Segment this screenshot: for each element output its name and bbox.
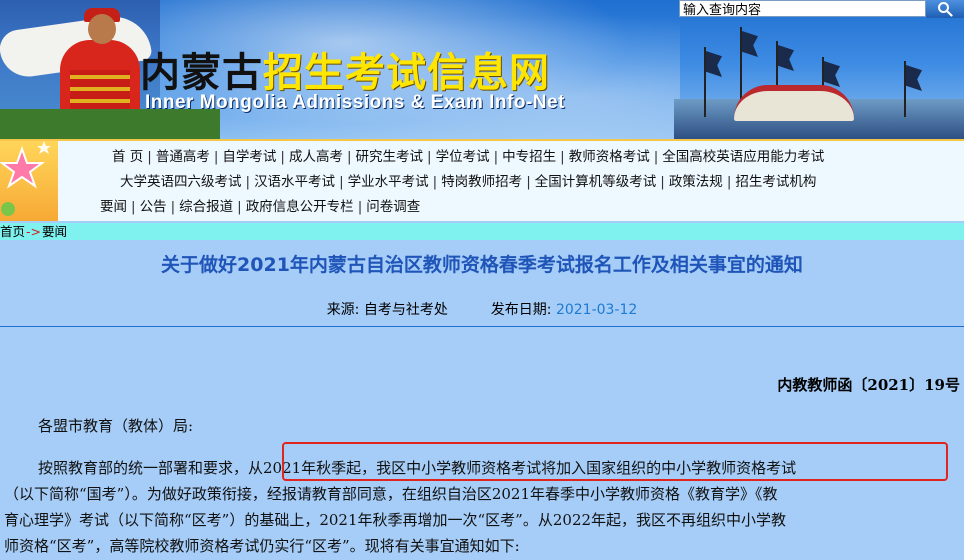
search-icon: [938, 2, 953, 17]
nav-link[interactable]: 全国计算机等级考试: [535, 174, 657, 190]
nav-link[interactable]: 教师资格考试: [569, 149, 650, 165]
nav-link[interactable]: 学位考试: [436, 149, 490, 165]
nav-separator: |: [427, 149, 432, 165]
main-navigation: 首 页 | 普通高考 | 自学考试 | 成人高考 | 研究生考试 | 学位考试 | 中专招生 | 教师资格考…: [0, 139, 964, 221]
nav-link[interactable]: 全国高校英语应用能力考试: [662, 149, 824, 165]
nav-link[interactable]: 招生考试机构: [735, 174, 816, 190]
article-meta: 来源: 自考与社考处 发布日期: 2021-03-12: [0, 299, 964, 319]
nav-separator: |: [237, 199, 242, 215]
nav-separator: |: [432, 174, 438, 190]
date-label: 发布日期:: [490, 302, 552, 318]
site-title-english: Inner Mongolia Admissions & Exam Info-Ne…: [145, 92, 565, 113]
nav-row-2: 大学英语四六级考试 | 汉语水平考试 | 学业水平考试 | 特岗教师招考 | 全国计算机等级考试…: [120, 173, 816, 191]
nav-link[interactable]: 普通高考: [156, 149, 210, 165]
source-label: 来源:: [326, 302, 360, 318]
breadcrumb-arrow: ->: [26, 224, 41, 239]
star-decoration: [0, 141, 58, 221]
nav-separator: |: [653, 149, 659, 165]
nav-link[interactable]: 成人高考: [289, 149, 343, 165]
salutation: 各盟市教育（教体）局:: [38, 417, 194, 435]
source-value: 自考与社考处: [363, 302, 448, 318]
nav-separator: |: [660, 174, 665, 190]
nav-row-1: 首 页 | 普通高考 | 自学考试 | 成人高考 | 研究生考试 | 学位考试 | 中专招生 | 教师资格考…: [112, 148, 824, 166]
nav-separator: |: [131, 199, 136, 215]
nav-link[interactable]: 政府信息公开专栏: [246, 199, 354, 215]
nav-link[interactable]: 要闻: [100, 199, 127, 215]
site-banner: 内蒙古招生考试信息网 Inner Mongolia Admissions & E…: [0, 0, 964, 139]
nav-separator: |: [245, 174, 251, 190]
nav-separator: |: [280, 149, 285, 165]
paragraph-line: （以下简称“国考”）。为做好政策衔接，经报请教育部同意，在组织自治区2021年春…: [4, 485, 778, 503]
nav-row-3: 要闻 | 公告 | 综合报道 | 政府信息公开专栏 | 问卷调查: [100, 198, 420, 216]
nav-separator: |: [526, 174, 531, 190]
nav-link[interactable]: 问卷调查: [366, 199, 420, 215]
breadcrumb-current-link[interactable]: 要闻: [42, 224, 67, 239]
search-button[interactable]: [926, 0, 964, 18]
breadcrumb: 首页->要闻: [0, 223, 964, 240]
nav-separator: |: [357, 199, 363, 215]
publish-date: 2021-03-12: [555, 302, 638, 318]
nav-separator: |: [346, 149, 352, 165]
site-title-part2: 招生考试信息网: [263, 50, 550, 96]
site-title: 内蒙古招生考试信息网: [140, 40, 550, 98]
nav-link[interactable]: 大学英语四六级考试: [120, 174, 242, 190]
nav-link[interactable]: 特岗教师招考: [441, 174, 522, 190]
site-title-part1: 内蒙古: [140, 50, 263, 96]
star-icon: [0, 141, 51, 216]
banner-flag-icon: [704, 47, 706, 117]
search-bar: [679, 0, 964, 18]
title-divider: [0, 326, 964, 327]
nav-link[interactable]: 研究生考试: [356, 149, 424, 165]
nav-link[interactable]: 汉语水平考试: [254, 174, 335, 190]
breadcrumb-home-link[interactable]: 首页: [0, 224, 25, 239]
nav-link[interactable]: 综合报道: [179, 199, 233, 215]
nav-link[interactable]: 政策法规: [669, 174, 723, 190]
nav-link[interactable]: 首 页: [112, 149, 143, 165]
nav-separator: |: [213, 149, 219, 165]
nav-separator: |: [147, 149, 152, 165]
paragraph-line: 育心理学》考试（以下简称“区考”）的基础上，2021年秋季再增加一次“区考”。从…: [4, 511, 787, 529]
article-title: 关于做好2021年内蒙古自治区教师资格春季考试报名工作及相关事宜的通知: [161, 254, 803, 276]
nav-separator: |: [560, 149, 565, 165]
nav-separator: |: [170, 199, 176, 215]
document-number: 内教教师函〔2021〕19号: [777, 376, 960, 394]
nav-separator: |: [726, 174, 732, 190]
search-input[interactable]: [679, 0, 926, 17]
nav-separator: |: [339, 174, 344, 190]
banner-yurt: [734, 85, 854, 121]
nav-link[interactable]: 中专招生: [502, 149, 556, 165]
nav-links-panel: 首 页 | 普通高考 | 自学考试 | 成人高考 | 研究生考试 | 学位考试 | 中专招生 | 教师资格考…: [58, 141, 964, 221]
paragraph-line: 师资格“区考”，高等院校教师资格考试仍实行“区考”。现将有关事宜通知如下:: [4, 537, 520, 555]
nav-separator: |: [493, 149, 499, 165]
highlight-box: [282, 442, 948, 481]
banner-flag-icon: [904, 61, 906, 117]
nav-link[interactable]: 自学考试: [222, 149, 276, 165]
nav-link[interactable]: 公告: [140, 199, 167, 215]
nav-link[interactable]: 学业水平考试: [348, 174, 429, 190]
